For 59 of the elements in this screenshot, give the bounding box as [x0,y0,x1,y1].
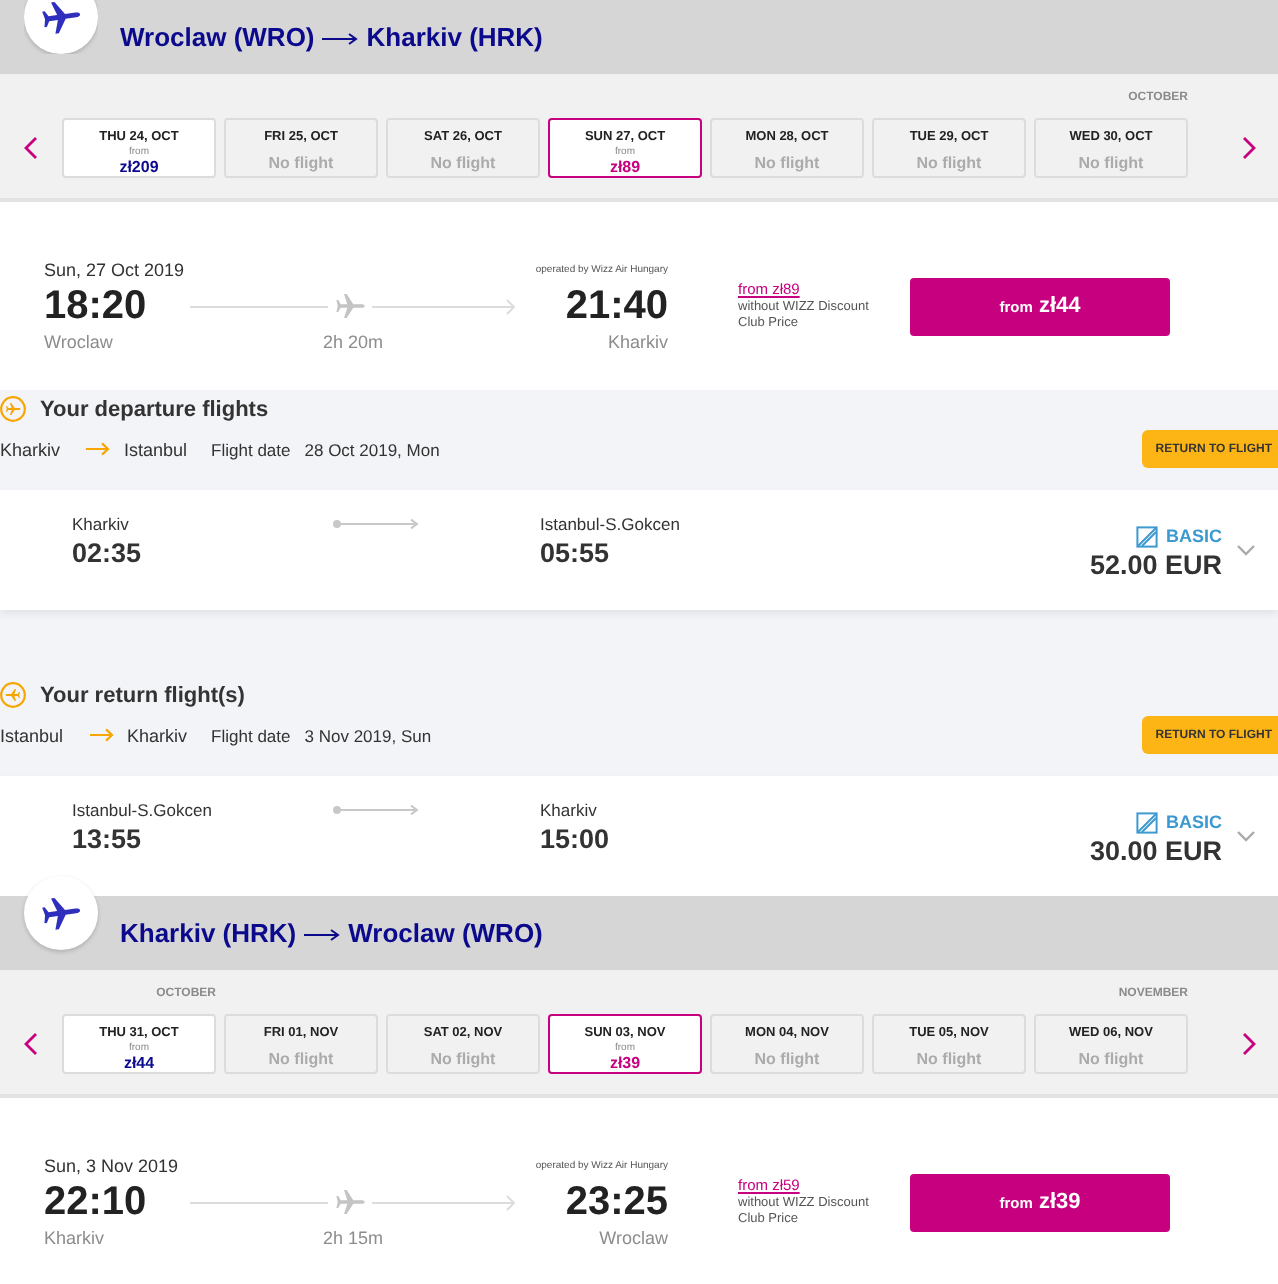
departure-time: 22:10 [44,1178,147,1226]
route-line [190,305,328,307]
route-arrow [372,297,516,315]
arrival-airport: Istanbul-S.Gokcen [540,512,680,536]
route-arrow-icon [332,518,420,530]
plane-icon [0,682,26,708]
arrival-time: 21:40 [565,282,668,330]
arrival-time: 15:00 [540,822,610,858]
flight-duration: 2h 20m [322,330,384,354]
flight-date: 3 Nov 2019, Sun [304,725,432,745]
section-title: Your departure flights [40,397,269,421]
arrival-city: Kharkiv [607,330,668,354]
route-origin: Kharkiv [0,439,61,459]
section-title: Your return flight(s) [40,683,245,707]
chevron-left-icon[interactable] [24,1032,38,1056]
arrow-icon [89,728,114,742]
plane-icon [0,396,26,422]
slashed-square-icon [1135,525,1158,547]
plane-icon [24,0,98,54]
destination-title: Wroclaw (WRO) [348,918,543,948]
origin-title: Kharkiv (HRK) [120,918,297,948]
arrow-icon [86,442,111,456]
departure-time: 02:35 [72,536,142,572]
departure-city: Kharkiv [44,1226,105,1250]
arrival-time: 05:55 [540,536,610,572]
fare-label: BASIC [1165,812,1222,832]
route-arrow [372,1193,516,1211]
flight-date-label: Flight date [211,725,291,745]
route-line [190,1201,328,1203]
departure-city: Wroclaw [44,330,113,354]
plane-icon [334,290,366,322]
departure-airport: Kharkiv [72,512,129,536]
fare-label: BASIC [1165,526,1222,546]
plane-icon [334,1186,366,1218]
route-origin: Istanbul [0,725,64,745]
origin-title: Wroclaw (WRO) [120,22,315,52]
price-label: 52.00 EUR [1089,548,1222,584]
long-arrow-icon [322,32,359,46]
departure-time: 13:55 [72,822,142,858]
route-destination: Kharkiv [127,725,188,745]
flight-duration: 2h 15m [322,1226,384,1250]
flight-date: Sun, 3 Nov 2019 [44,1154,179,1178]
long-arrow-icon [304,928,341,942]
route-arrow-icon [332,804,420,816]
departure-airport: Istanbul-S.Gokcen [72,798,212,822]
arrival-time: 23:25 [565,1178,668,1226]
flight-date: Sun, 27 Oct 2019 [44,258,185,282]
price-label: 30.00 EUR [1089,834,1222,870]
chevron-left-icon[interactable] [24,136,38,160]
flight-date-label: Flight date [211,439,291,459]
chevron-right-icon[interactable] [1242,136,1256,160]
destination-title: Kharkiv (HRK) [366,22,543,52]
departure-time: 18:20 [44,282,147,330]
arrival-city: Wroclaw [599,1226,668,1250]
flight-date: 28 Oct 2019, Mon [304,439,440,459]
route-destination: Istanbul [124,439,188,459]
arrival-airport: Kharkiv [540,798,597,822]
slashed-square-icon [1135,811,1158,833]
chevron-right-icon[interactable] [1242,1032,1256,1056]
